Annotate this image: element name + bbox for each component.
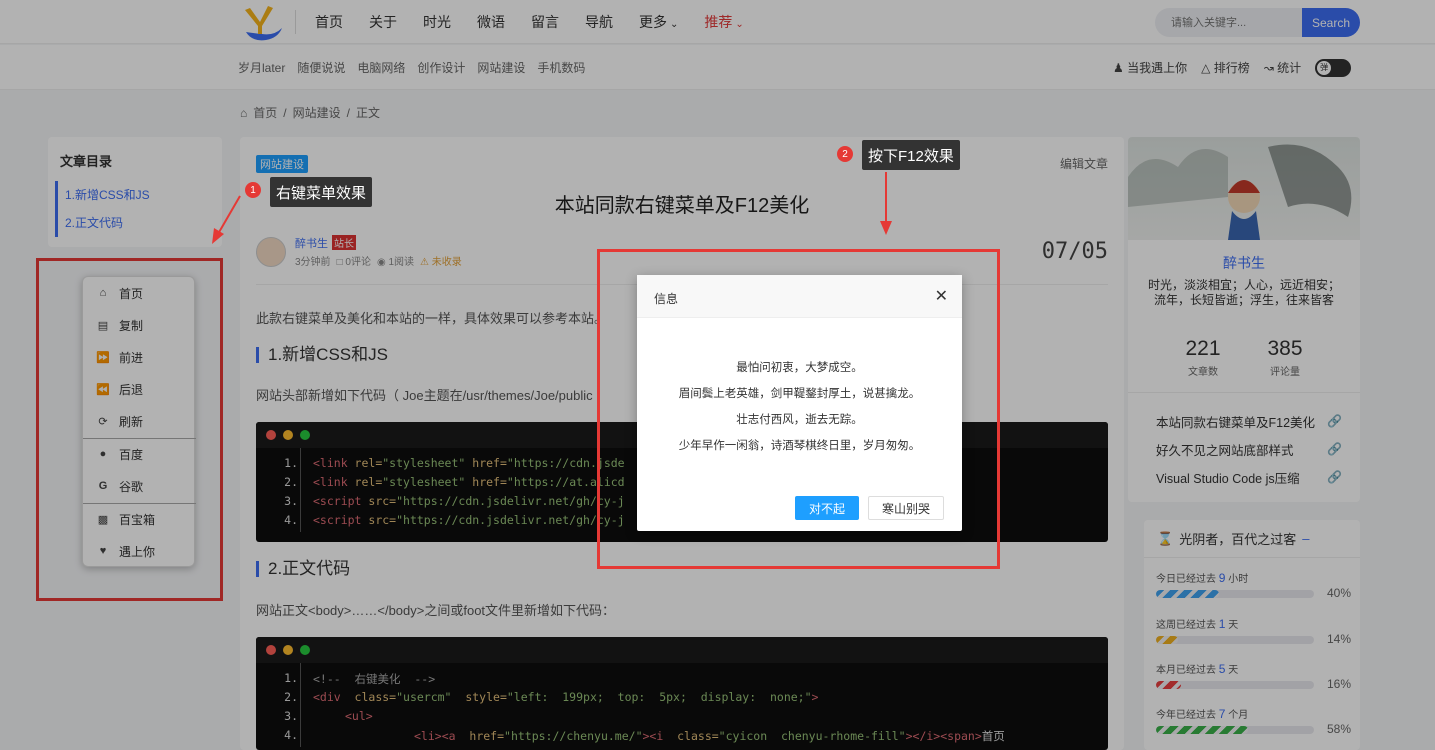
annotation-number: 2 [837, 146, 853, 162]
highlight-box-f12 [597, 249, 1000, 569]
annotation-label: 右键菜单效果 [270, 177, 373, 207]
annotation-label: 按下F12效果 [862, 140, 960, 170]
annotation-number: 1 [245, 182, 261, 198]
